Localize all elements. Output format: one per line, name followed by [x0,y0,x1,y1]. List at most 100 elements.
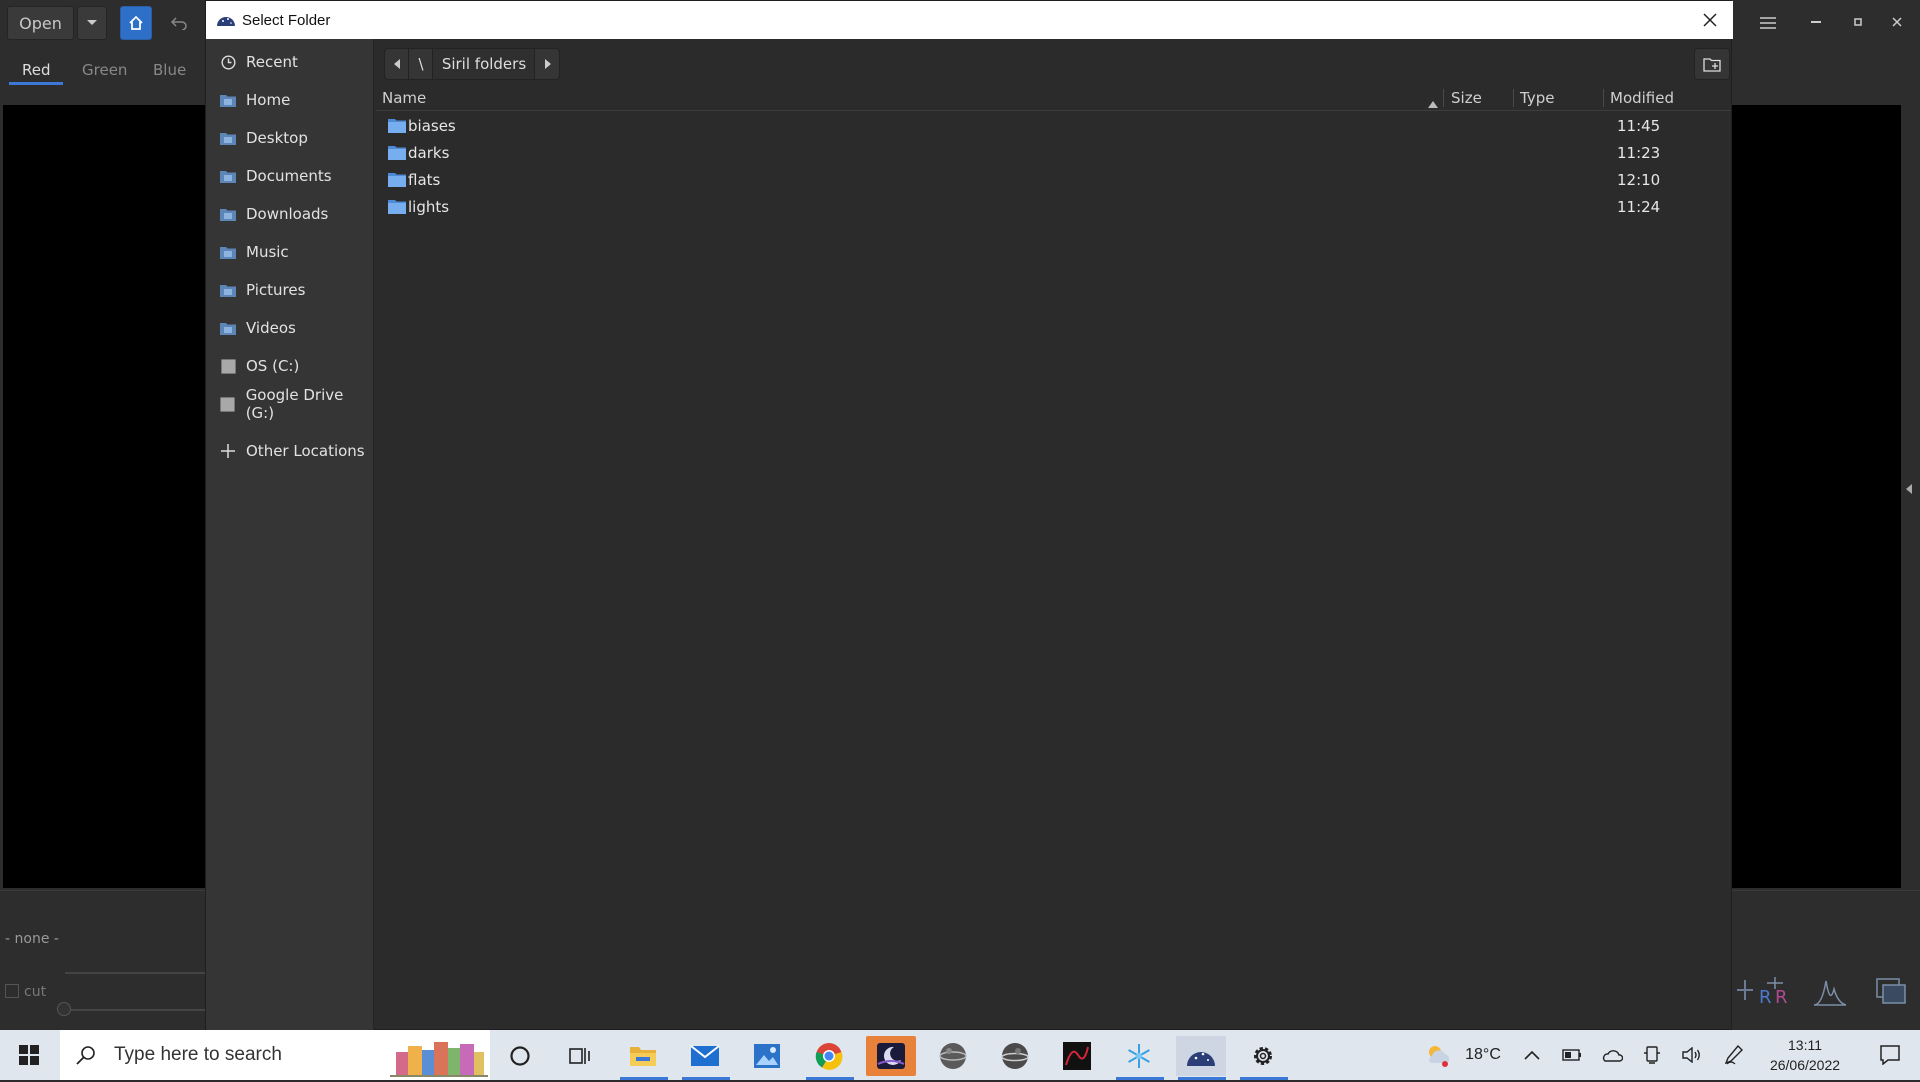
sidebar-item-videos[interactable]: Videos [206,310,374,346]
column-size[interactable]: Size [1451,85,1482,111]
sidebar-item-documents[interactable]: Documents [206,158,374,194]
notifications-button[interactable] [1865,1030,1915,1080]
stellarium-button[interactable] [866,1036,916,1076]
snowflake-icon [1128,1044,1150,1068]
folder-icon [220,130,236,146]
task-view-button[interactable] [555,1036,605,1076]
tab-blue[interactable]: Blue [153,56,186,84]
column-type[interactable]: Type [1520,85,1554,111]
sidebar-item-other-locations[interactable]: Other Locations [206,433,374,469]
start-button[interactable] [0,1030,58,1080]
file-row[interactable]: biases 11:45 [376,112,1731,139]
rgb-align-icon[interactable]: RR [1757,975,1793,1008]
dialog-titlebar[interactable]: Select Folder [206,1,1733,39]
sidebar-item-downloads[interactable]: Downloads [206,196,374,232]
path-current-folder[interactable]: Siril folders [432,48,536,80]
dark-app-button[interactable] [1052,1036,1102,1076]
sidebar-item-desktop[interactable]: Desktop [206,120,374,156]
pen-icon[interactable] [1720,1030,1748,1080]
column-modified-label: Modified [1610,89,1675,107]
battery-icon[interactable] [1558,1030,1586,1080]
slider-track-1[interactable] [65,972,205,974]
folder-icon [388,119,406,133]
device-icon[interactable] [1638,1030,1666,1080]
path-back-button[interactable] [384,48,410,80]
column-size-label: Size [1451,89,1482,107]
select-folder-dialog: Select Folder Recent Home Desktop Docume… [205,0,1733,1031]
histogram-icon[interactable] [1812,975,1848,1007]
undo-button[interactable] [162,6,196,40]
snowflake-app-button[interactable] [1114,1036,1164,1076]
path-bar: \ Siril folders [376,39,1731,85]
image-canvas-right[interactable] [1731,105,1901,888]
file-modified: 11:24 [1617,197,1661,216]
image-canvas[interactable] [3,105,205,888]
cut-checkbox[interactable] [5,984,19,998]
photos-button[interactable] [742,1036,792,1076]
sidebar-item-pictures[interactable]: Pictures [206,272,374,308]
sidebar-item-os-c[interactable]: OS (C:) [206,348,374,384]
new-folder-icon [1703,57,1721,72]
slider-track-2[interactable] [65,1009,205,1011]
new-folder-button[interactable] [1694,48,1730,80]
drive-icon [220,358,236,374]
file-list-header: Name Size Type Modified [376,85,1731,111]
minimize-button[interactable] [1798,4,1834,40]
chevron-left-icon [393,59,400,69]
slider-handle[interactable] [57,1002,71,1016]
taskbar-clock[interactable]: 13:11 26/06/2022 [1745,1030,1865,1080]
show-hidden-icons-button[interactable] [1518,1030,1546,1080]
stack-icon[interactable] [1875,975,1911,1007]
tab-red[interactable]: Red [22,56,51,84]
open-button[interactable]: Open [7,6,74,40]
file-row[interactable]: flats 12:10 [376,166,1731,193]
search-highlight-image [390,1032,488,1078]
weather-icon[interactable] [1418,1030,1458,1080]
sidebar-item-recent[interactable]: Recent [206,44,374,80]
menu-button[interactable] [1750,6,1786,40]
clock-time: 13:11 [1788,1037,1822,1053]
column-type-label: Type [1520,89,1555,107]
file-row[interactable]: darks 11:23 [376,139,1731,166]
cortana-button[interactable] [495,1036,545,1076]
siril-taskbar-button[interactable] [1176,1036,1226,1076]
file-row[interactable]: lights 11:24 [376,193,1731,220]
svg-text:R: R [1775,987,1788,1007]
maximize-button[interactable] [1840,4,1876,40]
path-root-button[interactable]: \ [408,48,434,80]
planet-icon [1001,1043,1029,1069]
app-close-button[interactable] [1879,4,1915,40]
sidebar-item-google-drive[interactable]: Google Drive (G:) [206,386,374,422]
onedrive-icon[interactable] [1597,1030,1627,1080]
dialog-close-button[interactable] [1687,1,1733,39]
tool-cross-icon[interactable] [1735,975,1755,1005]
action-center-icon [1880,1045,1900,1065]
mail-button[interactable] [680,1036,730,1076]
open-dropdown-button[interactable] [77,6,107,40]
home-button[interactable] [120,6,152,40]
settings-button[interactable] [1238,1036,1288,1076]
path-forward-button[interactable] [534,48,560,80]
file-name: darks [408,143,450,162]
sidebar-item-music[interactable]: Music [206,234,374,270]
folder-icon [220,92,236,108]
chrome-button[interactable] [804,1036,854,1076]
column-separator [1443,89,1444,107]
tab-red-indicator [9,82,63,85]
planet-app-button-1[interactable] [928,1036,978,1076]
chevron-right-icon [544,59,551,69]
column-name[interactable]: Name [382,85,426,111]
planet-app-button-2[interactable] [990,1036,1040,1076]
hamburger-icon [1760,17,1776,29]
places-sidebar: Recent Home Desktop Documents Downloads … [206,39,374,1031]
sidebar-item-home[interactable]: Home [206,82,374,118]
volume-icon[interactable] [1678,1030,1706,1080]
column-modified[interactable]: Modified [1610,85,1674,111]
file-explorer-button[interactable] [618,1036,668,1076]
file-name: lights [408,197,450,216]
taskbar-search-box[interactable]: Type here to search [60,1030,490,1080]
weather-temperature[interactable]: 18°C [1458,1030,1508,1080]
tab-green[interactable]: Green [82,56,127,84]
panel-toggle-arrow[interactable] [1905,480,1913,499]
sidebar-item-label: Videos [246,319,296,337]
